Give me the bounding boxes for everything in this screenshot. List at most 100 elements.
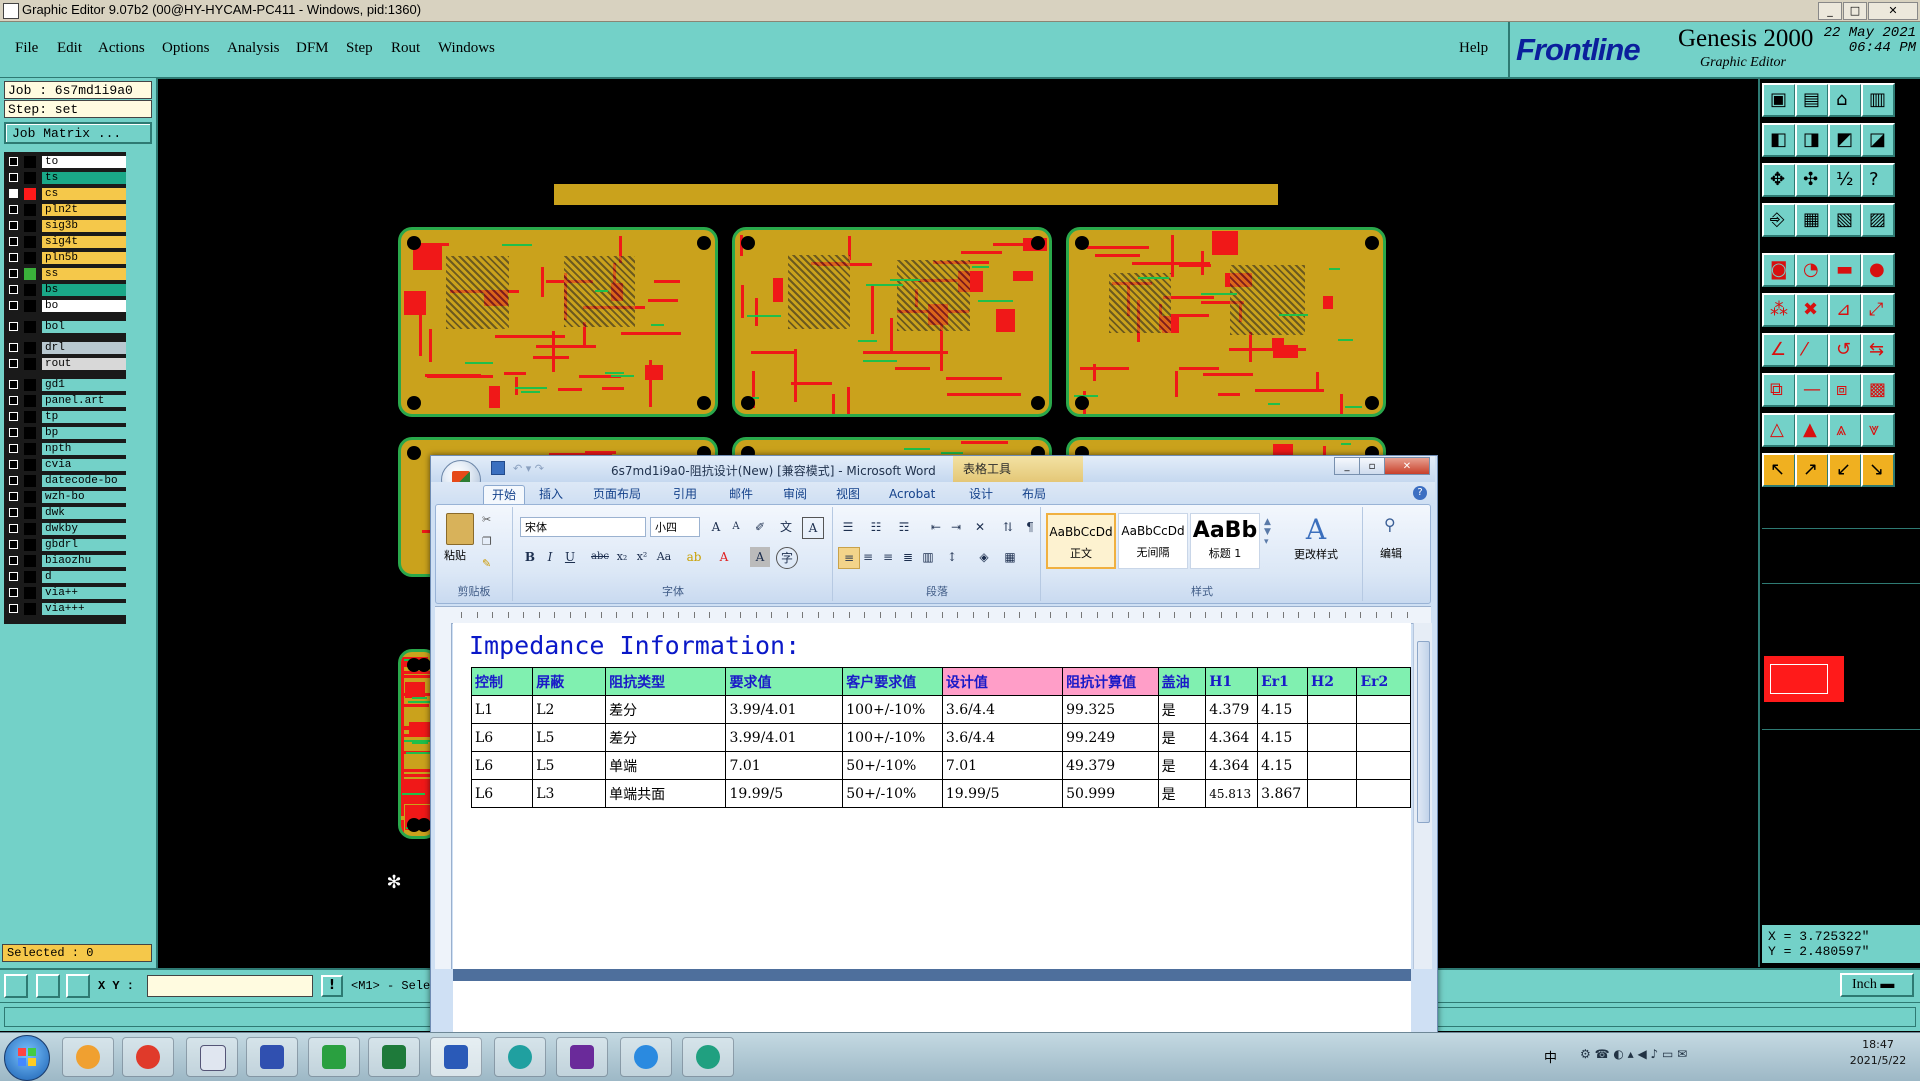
edit-label[interactable]: 编辑 — [1380, 545, 1402, 561]
line-button[interactable]: — — [1795, 373, 1829, 407]
layer-name[interactable]: wzh-bo — [42, 491, 126, 503]
format-painter-icon[interactable]: ✎ — [482, 557, 491, 570]
taskbar-app-1[interactable] — [62, 1037, 114, 1077]
table-header-cell[interactable]: H2 — [1307, 667, 1358, 696]
angle-button[interactable]: ∠ — [1762, 333, 1796, 367]
style-heading1[interactable]: AaBb 标题 1 — [1190, 513, 1260, 569]
layer-row[interactable]: bo — [4, 299, 126, 313]
table-cell[interactable]: 7.01 — [725, 751, 844, 780]
pcb-board[interactable] — [1066, 227, 1386, 417]
font-name-combo[interactable]: 宋体 — [520, 517, 646, 537]
layer-row[interactable]: sig4t — [4, 235, 126, 249]
tab-acrobat[interactable]: Acrobat — [881, 485, 943, 504]
impedance-table[interactable]: 控制 屏蔽 阻抗类型 要求值 客户要求值 设计值 阻抗计算值 盖油 H1 Er1 H2 Er2 L1 L… — [470, 667, 1411, 808]
tab-insert[interactable]: 插入 — [531, 485, 571, 504]
change-case-button[interactable]: Aa — [654, 547, 674, 567]
tray-icons[interactable]: ⚙ ☎ ◐ ▴ ◀ ♪ ▭ ✉ — [1580, 1047, 1687, 1061]
layer-color-swatch[interactable] — [24, 188, 36, 200]
table-cell[interactable]: 是 — [1157, 723, 1207, 752]
table-cell[interactable]: 4.15 — [1257, 695, 1309, 724]
layer-checkbox[interactable] — [9, 460, 18, 469]
table-cell[interactable]: 3.6/4.4 — [941, 695, 1064, 724]
table-cell[interactable]: L1 — [470, 695, 534, 724]
layer-row[interactable]: cvia — [4, 458, 126, 472]
layer-checkbox[interactable] — [9, 285, 18, 294]
layer-checkbox[interactable] — [9, 173, 18, 182]
table-cell[interactable]: 是 — [1157, 695, 1207, 724]
dot-button[interactable]: ● — [1861, 253, 1895, 287]
font-color-icon[interactable]: A — [714, 547, 734, 567]
sort-icon[interactable]: ⇅ — [998, 517, 1018, 537]
save-icon[interactable] — [491, 461, 505, 475]
menu-analysis[interactable]: Analysis — [227, 40, 280, 57]
rotate-button[interactable]: ⊿ — [1828, 293, 1862, 327]
bold-button[interactable]: B — [520, 547, 540, 567]
table-cell[interactable]: 差分 — [605, 695, 727, 724]
table-header-cell[interactable]: H1 — [1205, 667, 1259, 696]
layer-row[interactable]: via+++ — [4, 602, 126, 616]
polygon-b-button[interactable]: ⩔ — [1861, 413, 1895, 447]
table-header-cell[interactable]: Er2 — [1356, 667, 1411, 696]
menu-help[interactable]: Help — [1459, 40, 1488, 57]
layer-color-swatch[interactable] — [24, 156, 36, 168]
layer-row[interactable]: ss — [4, 267, 126, 281]
taskbar-app-2[interactable] — [122, 1037, 174, 1077]
layer-color-swatch[interactable] — [24, 571, 36, 583]
taskbar-app-5[interactable] — [308, 1037, 360, 1077]
tab-references[interactable]: 引用 — [665, 485, 705, 504]
table-cell[interactable]: 4.15 — [1257, 751, 1309, 780]
table-cell[interactable] — [1356, 695, 1411, 724]
line-spacing-icon[interactable]: ↕ — [942, 547, 962, 567]
table-cell[interactable]: 单端 — [605, 751, 727, 780]
layer-name[interactable]: via++ — [42, 587, 126, 599]
layer-color-swatch[interactable] — [24, 587, 36, 599]
layer-name[interactable]: dwkby — [42, 523, 126, 535]
scroll-thumb[interactable] — [1417, 641, 1430, 823]
layer-name[interactable]: cvia — [42, 459, 126, 471]
table-cell[interactable] — [1307, 751, 1358, 780]
zoom-out-button[interactable]: ◨ — [1795, 123, 1829, 157]
layer-checkbox[interactable] — [9, 428, 18, 437]
layer-b-button[interactable]: ▨ — [1861, 203, 1895, 237]
ime-indicator[interactable]: 中 — [1544, 1047, 1557, 1066]
layer-color-swatch[interactable] — [24, 379, 36, 391]
help-icon[interactable]: ? — [1413, 486, 1427, 500]
borders-icon[interactable]: ▦ — [1000, 547, 1020, 567]
phonetic-icon[interactable]: 文 — [776, 517, 796, 537]
taskbar-app-3[interactable] — [186, 1037, 238, 1077]
taskbar-app-4[interactable] — [246, 1037, 298, 1077]
shrink-font-icon[interactable]: A — [726, 517, 746, 537]
layer-color-swatch[interactable] — [24, 236, 36, 248]
table-cell[interactable]: 99.325 — [1062, 695, 1159, 724]
help-button[interactable]: ? — [1861, 163, 1895, 197]
clock[interactable]: 18:47 2021/5/22 — [1840, 1037, 1916, 1069]
layer-color-swatch[interactable] — [24, 321, 36, 333]
shading-icon[interactable]: ◈ — [974, 547, 994, 567]
layer-name[interactable]: cs — [42, 188, 126, 200]
subscript-button[interactable]: x₂ — [612, 547, 632, 567]
change-styles-button[interactable]: A 更改样式 — [1276, 513, 1356, 569]
arc-button[interactable]: ◔ — [1795, 253, 1829, 287]
pcb-board[interactable] — [398, 227, 718, 417]
table-cell[interactable]: 100+/-10% — [842, 695, 943, 724]
layer-name[interactable]: pln5b — [42, 252, 126, 264]
split-bar[interactable] — [453, 969, 1411, 981]
layer-name[interactable]: bp — [42, 427, 126, 439]
align-right-icon[interactable]: ≡ — [878, 547, 898, 567]
layer-checkbox[interactable] — [9, 189, 18, 198]
table-header-cell[interactable]: 设计值 — [941, 667, 1064, 696]
taskbar-app-10[interactable] — [620, 1037, 672, 1077]
table-cell[interactable] — [1307, 695, 1358, 724]
layer-checkbox[interactable] — [9, 221, 18, 230]
start-button[interactable] — [4, 1035, 50, 1081]
menu-step[interactable]: Step — [346, 40, 373, 57]
paste-label[interactable]: 粘贴 — [444, 547, 466, 563]
table-cell[interactable]: L3 — [532, 779, 607, 808]
xy-input[interactable] — [147, 975, 313, 997]
measure-button[interactable]: ⎆ — [1762, 203, 1796, 237]
undo-button[interactable]: ↺ — [1828, 333, 1862, 367]
table-cell[interactable]: 是 — [1157, 751, 1207, 780]
style-normal[interactable]: AaBbCcDd 正文 — [1046, 513, 1116, 569]
table-header-cell[interactable]: 控制 — [470, 667, 534, 696]
word-window[interactable]: ↶ ▾ ↷ 6s7md1i9a0-阻抗设计(New) [兼容模式] - Micr… — [430, 455, 1438, 1057]
